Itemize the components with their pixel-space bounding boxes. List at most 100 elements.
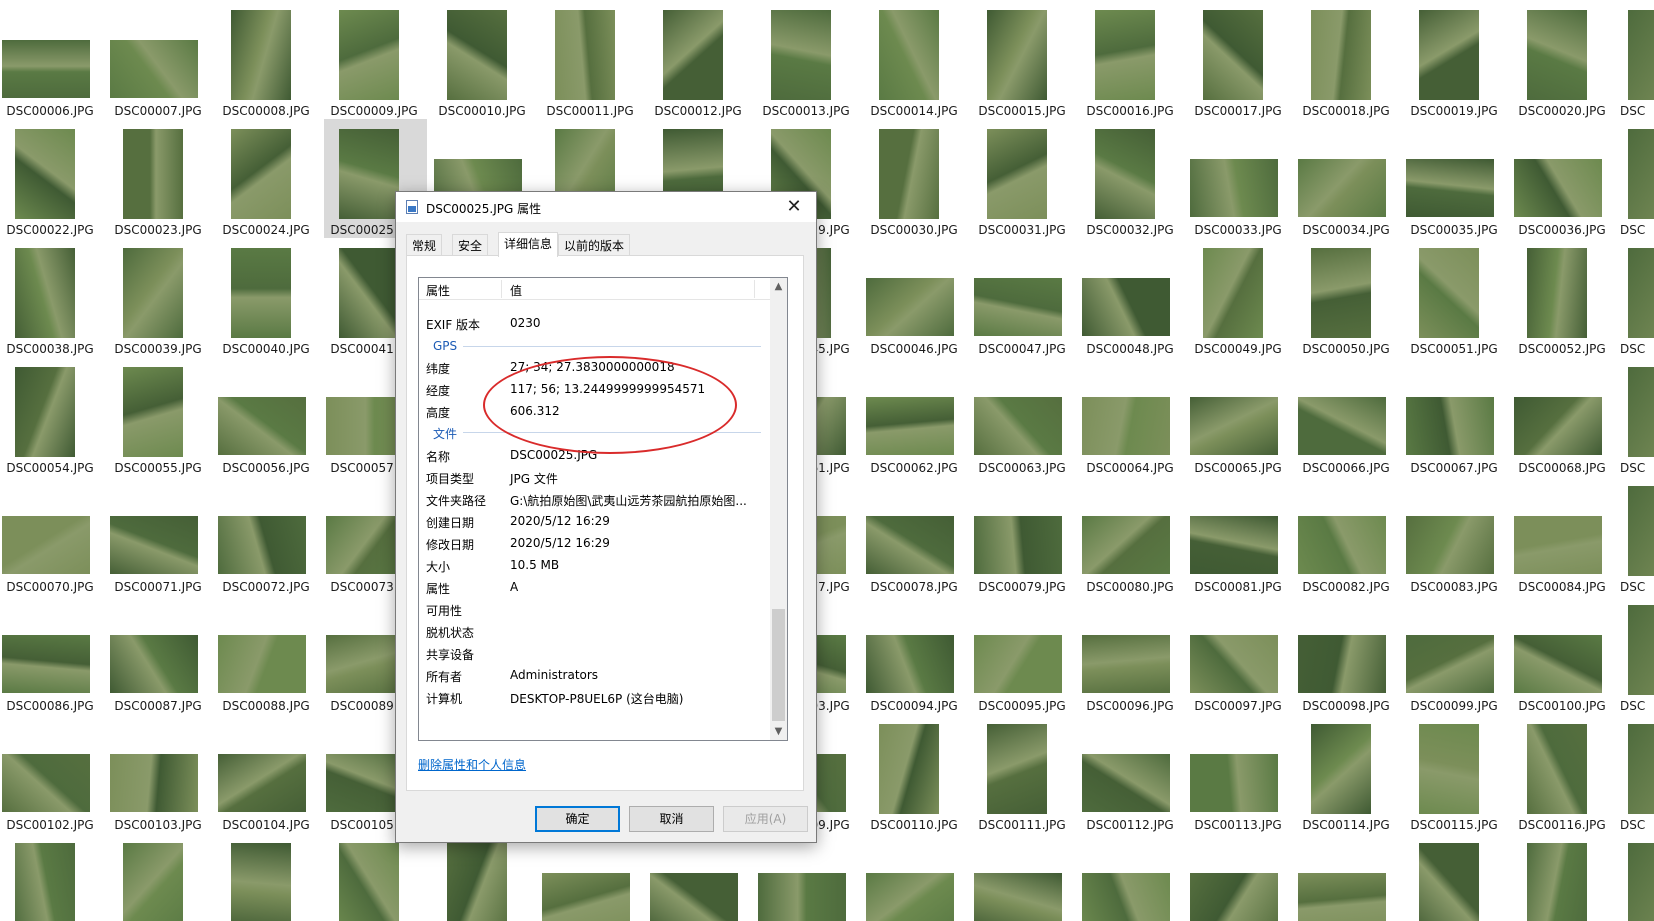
list-row-longitude[interactable]: 经度 117; 56; 13.2449999999954571 [419, 378, 771, 400]
file-thumbnail-item[interactable] [540, 833, 643, 921]
file-thumbnail-item[interactable]: DSC00046.JPG [864, 238, 967, 357]
file-thumbnail-item[interactable]: DSC00013.JPG [756, 0, 859, 119]
list-row-item-type[interactable]: 项目类型 JPG 文件 [419, 466, 771, 488]
file-thumbnail-item[interactable]: DSC00064.JPG [1080, 357, 1183, 476]
file-thumbnail-item[interactable] [1296, 833, 1399, 921]
file-thumbnail-item[interactable] [0, 833, 103, 921]
remove-properties-link[interactable]: 删除属性和个人信息 [418, 756, 526, 773]
file-thumbnail-item[interactable]: DSC00031.JPG [972, 119, 1075, 238]
file-thumbnail-item[interactable]: DSC00049.JPG [1188, 238, 1291, 357]
file-thumbnail-item[interactable] [864, 833, 967, 921]
file-thumbnail-item[interactable]: DSC00036.JPG [1512, 119, 1615, 238]
file-thumbnail-item[interactable]: DSC00048.JPG [1080, 238, 1183, 357]
file-thumbnail-item[interactable]: DSC00080.JPG [1080, 476, 1183, 595]
file-thumbnail-item[interactable]: DSC00017.JPG [1188, 0, 1291, 119]
list-row-latitude[interactable]: 纬度 27; 34; 27.3830000000018 [419, 356, 771, 378]
list-row-folder-path[interactable]: 文件夹路径 G:\航拍原始图\武夷山远芳茶园航拍原始图... [419, 488, 771, 510]
tab-general[interactable]: 常规 [406, 234, 443, 256]
scroll-down-arrow-icon[interactable]: ▼ [770, 723, 787, 740]
column-header-property[interactable]: 属性 [426, 282, 450, 299]
scrollbar-thumb[interactable] [772, 609, 785, 721]
file-thumbnail-item[interactable]: DSC00047.JPG [972, 238, 1075, 357]
list-row-shared-with[interactable]: 共享设备 [419, 642, 771, 664]
ok-button[interactable]: 确定 [535, 806, 620, 832]
cancel-button[interactable]: 取消 [629, 806, 714, 832]
file-thumbnail-item[interactable]: DSC00088.JPG [216, 595, 319, 714]
file-thumbnail-item[interactable]: DSC00097.JPG [1188, 595, 1291, 714]
file-thumbnail-item[interactable]: DSC00015.JPG [972, 0, 1075, 119]
file-thumbnail-item-partial[interactable]: DSC [1620, 357, 1654, 476]
list-row-computer[interactable]: 计算机 DESKTOP-P8UEL6P (这台电脑) [419, 686, 771, 708]
list-row-offline-status[interactable]: 脱机状态 [419, 620, 771, 642]
file-thumbnail-item[interactable]: DSC00099.JPG [1404, 595, 1507, 714]
file-thumbnail-item[interactable]: DSC00033.JPG [1188, 119, 1291, 238]
file-thumbnail-item[interactable]: DSC00010.JPG [432, 0, 535, 119]
file-thumbnail-item[interactable]: DSC00020.JPG [1512, 0, 1615, 119]
file-thumbnail-item[interactable] [216, 833, 319, 921]
file-thumbnail-item[interactable]: DSC00114.JPG [1296, 714, 1399, 833]
file-thumbnail-item[interactable]: DSC00055.JPG [108, 357, 211, 476]
file-thumbnail-item[interactable]: DSC00113.JPG [1188, 714, 1291, 833]
file-thumbnail-item[interactable]: DSC00016.JPG [1080, 0, 1183, 119]
file-thumbnail-item[interactable] [432, 833, 535, 921]
file-thumbnail-item-partial[interactable]: DSC [1620, 476, 1654, 595]
file-thumbnail-item[interactable]: DSC00050.JPG [1296, 238, 1399, 357]
list-row-exif-version[interactable]: EXIF 版本 0230 [419, 312, 771, 334]
file-thumbnail-item-partial[interactable]: DSC [1620, 714, 1654, 833]
file-thumbnail-item[interactable]: DSC00078.JPG [864, 476, 967, 595]
file-thumbnail-item[interactable] [1404, 833, 1507, 921]
file-thumbnail-item[interactable]: DSC00070.JPG [0, 476, 103, 595]
apply-button[interactable]: 应用(A) [723, 806, 808, 832]
file-thumbnail-item[interactable] [648, 833, 751, 921]
file-thumbnail-item[interactable] [972, 833, 1075, 921]
file-thumbnail-item[interactable]: DSC00052.JPG [1512, 238, 1615, 357]
file-thumbnail-item[interactable]: DSC00098.JPG [1296, 595, 1399, 714]
column-divider[interactable] [501, 280, 502, 298]
file-thumbnail-item[interactable]: DSC00068.JPG [1512, 357, 1615, 476]
list-row-date-modified[interactable]: 修改日期 2020/5/12 16:29 [419, 532, 771, 554]
file-thumbnail-item[interactable]: DSC00066.JPG [1296, 357, 1399, 476]
close-button[interactable]: ✕ [772, 192, 816, 222]
list-row-size[interactable]: 大小 10.5 MB [419, 554, 771, 576]
file-thumbnail-item[interactable]: DSC00094.JPG [864, 595, 967, 714]
file-thumbnail-item[interactable]: DSC00071.JPG [108, 476, 211, 595]
file-thumbnail-item[interactable]: DSC00034.JPG [1296, 119, 1399, 238]
file-thumbnail-item[interactable]: DSC00009.JPG [324, 0, 427, 119]
list-row-name[interactable]: 名称 DSC00025.JPG [419, 444, 771, 466]
file-thumbnail-item[interactable] [1080, 833, 1183, 921]
file-thumbnail-item[interactable]: DSC00082.JPG [1296, 476, 1399, 595]
tab-previous-versions[interactable]: 以前的版本 [558, 234, 631, 256]
file-thumbnail-item[interactable] [1512, 833, 1615, 921]
file-thumbnail-item[interactable]: DSC00054.JPG [0, 357, 103, 476]
file-thumbnail-item[interactable]: DSC00014.JPG [864, 0, 967, 119]
file-thumbnail-item[interactable]: DSC00011.JPG [540, 0, 643, 119]
file-thumbnail-item[interactable]: DSC00032.JPG [1080, 119, 1183, 238]
file-thumbnail-item[interactable]: DSC00023.JPG [108, 119, 211, 238]
file-thumbnail-item[interactable]: DSC00035.JPG [1404, 119, 1507, 238]
file-thumbnail-item[interactable] [108, 833, 211, 921]
file-thumbnail-item-partial[interactable] [1620, 833, 1654, 921]
file-thumbnail-item[interactable]: DSC00112.JPG [1080, 714, 1183, 833]
file-thumbnail-item[interactable]: DSC00110.JPG [864, 714, 967, 833]
file-thumbnail-item[interactable]: DSC00084.JPG [1512, 476, 1615, 595]
list-row-date-created[interactable]: 创建日期 2020/5/12 16:29 [419, 510, 771, 532]
property-list[interactable]: 属性 值 EXIF 版本 0230 GPS 纬度 27; 34; 27.3830… [418, 277, 788, 741]
file-thumbnail-item[interactable]: DSC00039.JPG [108, 238, 211, 357]
scroll-up-arrow-icon[interactable]: ▲ [770, 278, 787, 295]
file-thumbnail-item[interactable]: DSC00065.JPG [1188, 357, 1291, 476]
file-thumbnail-item[interactable]: DSC00018.JPG [1296, 0, 1399, 119]
list-row-owner[interactable]: 所有者 Administrators [419, 664, 771, 686]
file-thumbnail-item[interactable]: DSC00115.JPG [1404, 714, 1507, 833]
file-thumbnail-item[interactable]: DSC00103.JPG [108, 714, 211, 833]
file-thumbnail-item[interactable]: DSC00116.JPG [1512, 714, 1615, 833]
file-thumbnail-item[interactable]: DSC00079.JPG [972, 476, 1075, 595]
file-thumbnail-item-partial[interactable]: DSC [1620, 595, 1654, 714]
list-row-attributes[interactable]: 属性 A [419, 576, 771, 598]
file-thumbnail-item[interactable]: DSC00081.JPG [1188, 476, 1291, 595]
file-thumbnail-item[interactable]: DSC00111.JPG [972, 714, 1075, 833]
file-thumbnail-item[interactable] [324, 833, 427, 921]
file-thumbnail-item[interactable]: DSC00095.JPG [972, 595, 1075, 714]
file-thumbnail-item[interactable]: DSC00102.JPG [0, 714, 103, 833]
file-thumbnail-item[interactable] [1188, 833, 1291, 921]
list-row-altitude[interactable]: 高度 606.312 [419, 400, 771, 422]
